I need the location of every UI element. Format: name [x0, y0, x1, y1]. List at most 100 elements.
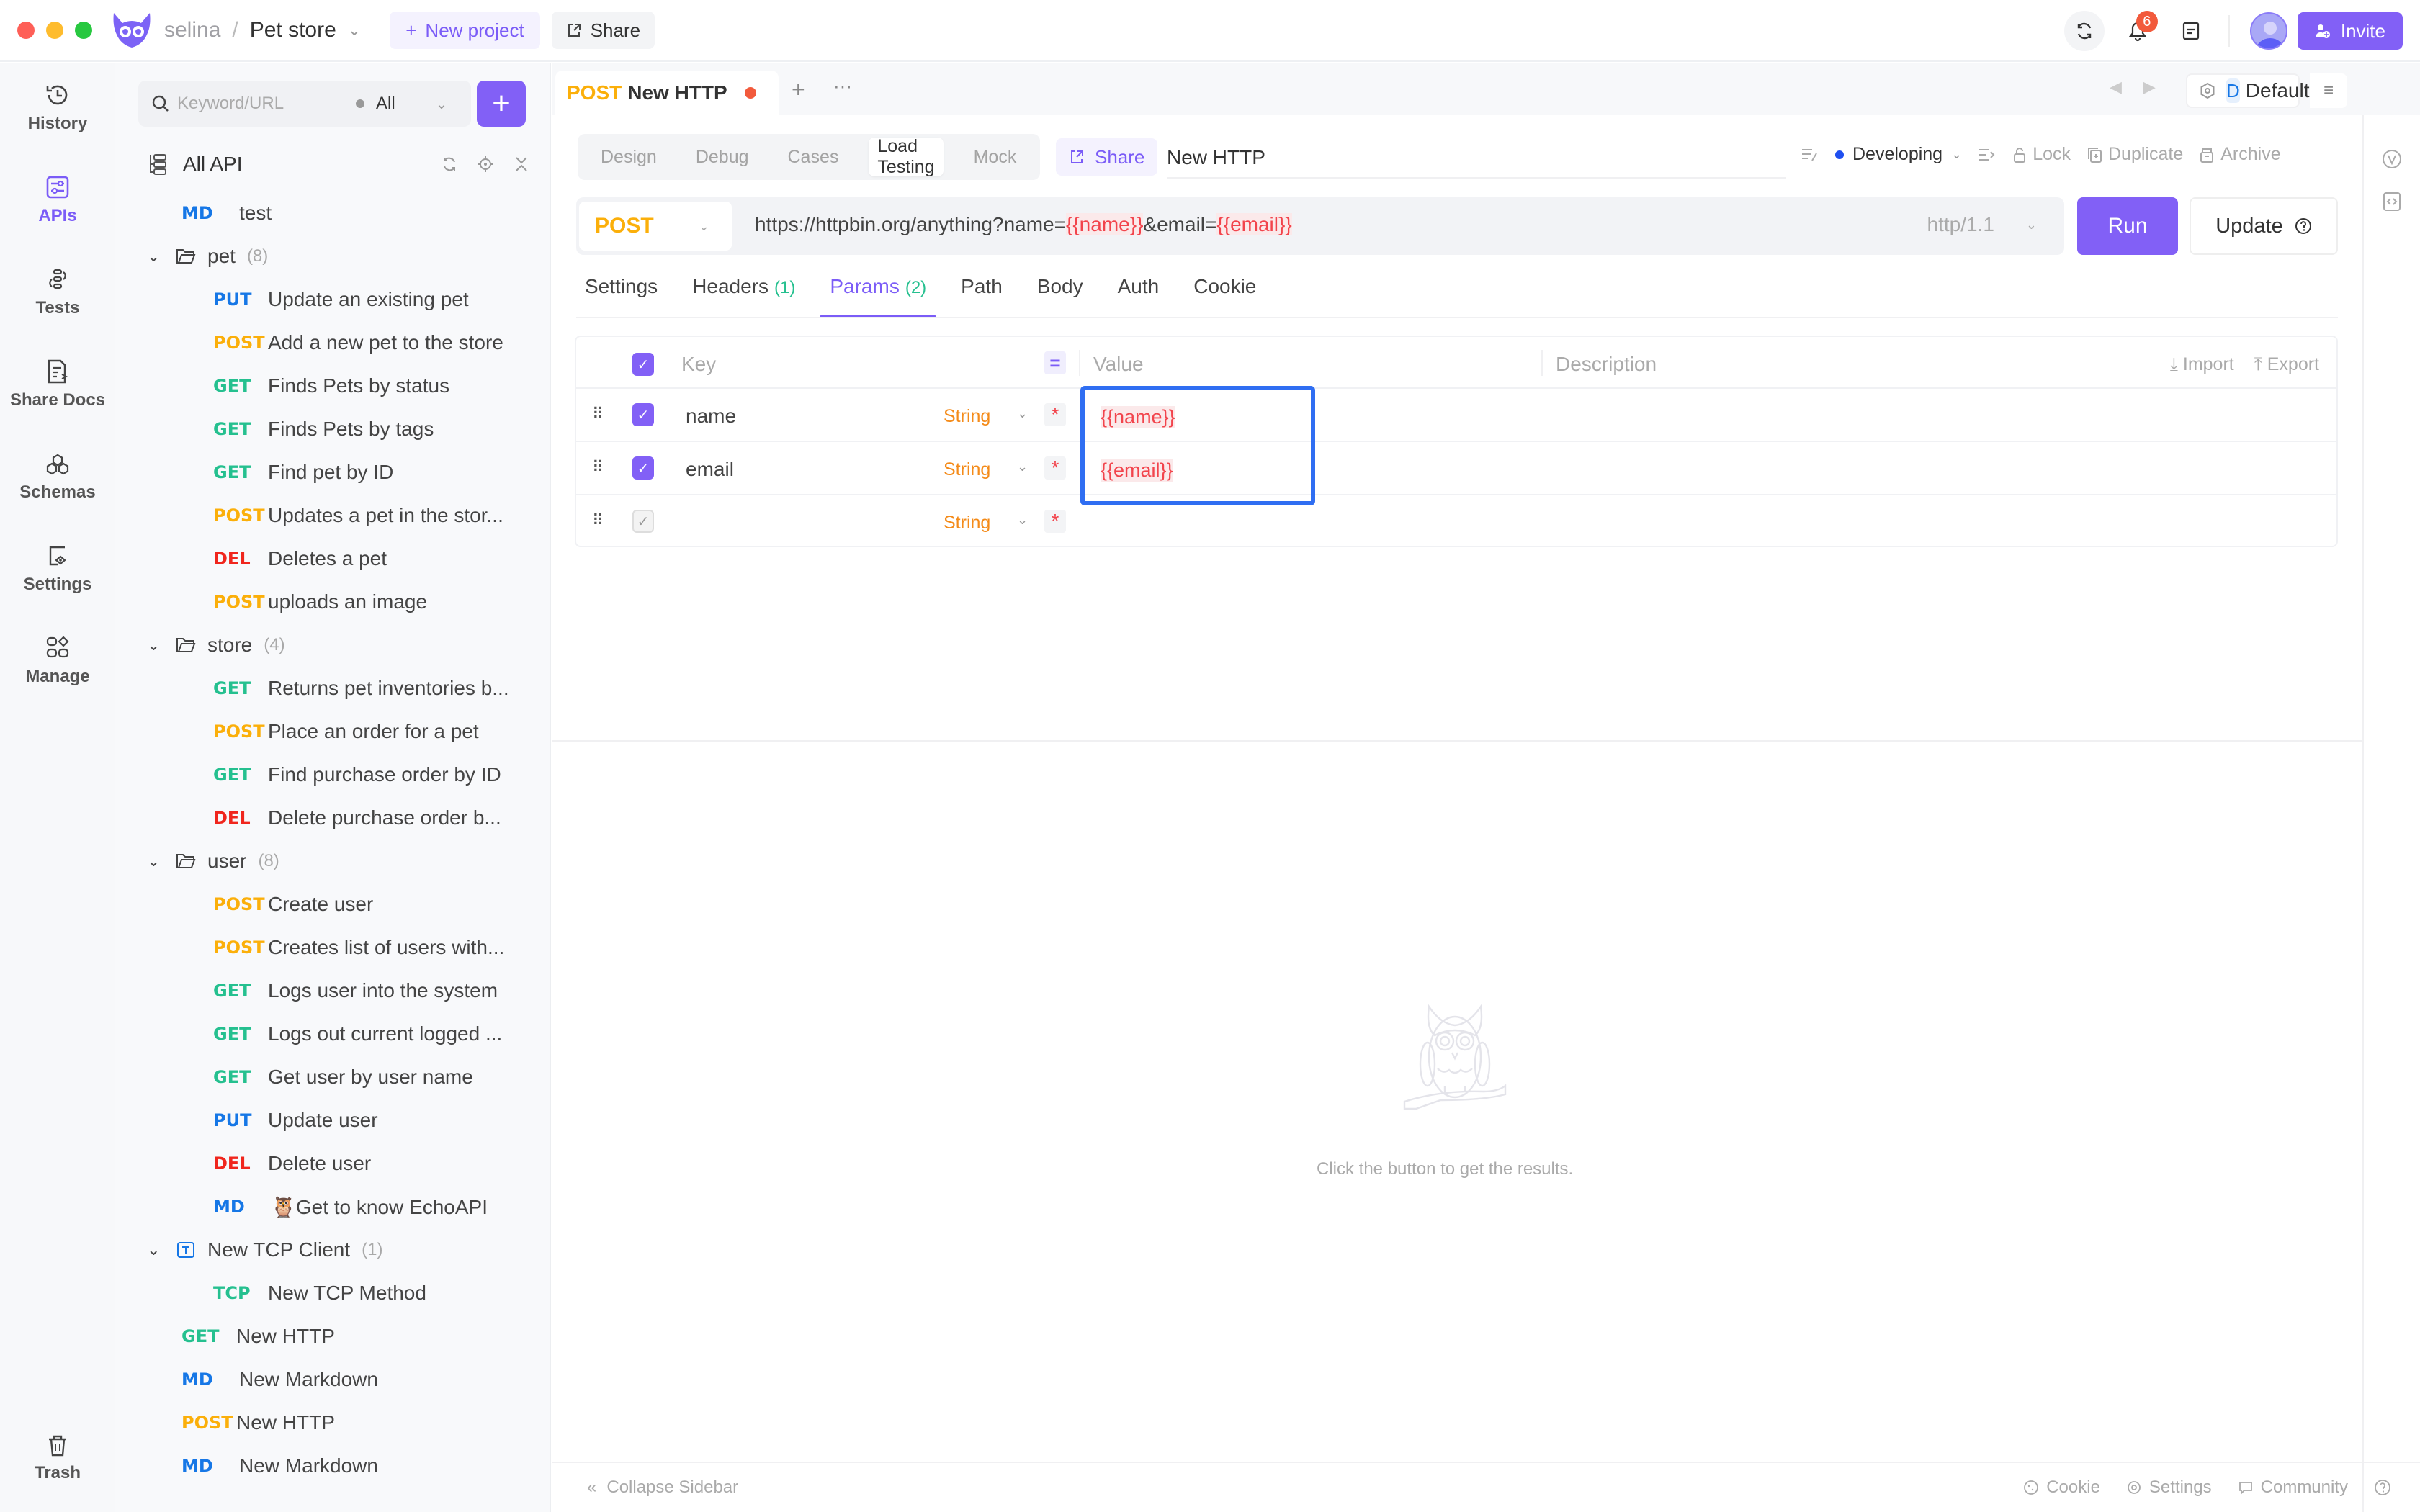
result-divider[interactable]: [552, 740, 2362, 742]
new-tab-button[interactable]: +: [792, 76, 805, 103]
chevron-down-icon[interactable]: ⌄: [147, 852, 166, 870]
chevron-down-icon[interactable]: ⌄: [1017, 459, 1028, 474]
variables-icon[interactable]: [2381, 148, 2403, 170]
tree-item[interactable]: POST uploads an image: [213, 580, 427, 624]
share-project-button[interactable]: Share: [551, 12, 655, 49]
collapse-sidebar-button[interactable]: « Collapse Sidebar: [587, 1477, 738, 1498]
help-icon[interactable]: [2374, 1479, 2391, 1496]
indent-icon[interactable]: [1978, 146, 1996, 163]
invite-button[interactable]: Invite: [2297, 12, 2403, 50]
tab-cookie[interactable]: Cookie: [1193, 272, 1256, 318]
duplicate-button[interactable]: Duplicate: [2087, 144, 2183, 165]
status-select[interactable]: Developing ⌄: [1835, 144, 1962, 165]
nav-trash[interactable]: Trash: [0, 1433, 115, 1483]
tree-item[interactable]: GET Finds Pets by status: [213, 364, 449, 408]
add-api-button[interactable]: +: [477, 81, 526, 127]
param-type-select[interactable]: String: [944, 513, 990, 534]
code-snippet-icon[interactable]: [2383, 192, 2401, 212]
export-button[interactable]: ⤒ Export: [2254, 354, 2319, 375]
tab-settings[interactable]: Settings: [585, 272, 658, 318]
locate-icon[interactable]: [477, 156, 494, 173]
nav-tests[interactable]: Tests: [0, 265, 115, 318]
protocol-select[interactable]: http/1.1 ⌄: [1927, 213, 2038, 236]
tree-item[interactable]: POST Creates list of users with...: [213, 926, 504, 969]
nav-apis[interactable]: APIs: [0, 173, 115, 226]
nav-history[interactable]: History: [0, 81, 115, 134]
param-type-select[interactable]: String: [944, 406, 990, 427]
search-input[interactable]: [177, 94, 343, 114]
nav-manage[interactable]: Manage: [0, 634, 115, 687]
tree-item[interactable]: MD New Markdown: [182, 1444, 378, 1488]
tree-item[interactable]: MD 🦉Get to know EchoAPI: [213, 1185, 488, 1228]
param-key-input[interactable]: name: [686, 405, 736, 428]
tab-path[interactable]: Path: [961, 272, 1003, 318]
footer-community-link[interactable]: Community: [2238, 1477, 2348, 1498]
param-enabled-checkbox[interactable]: ✓: [632, 403, 654, 426]
tree-item[interactable]: PUT Update user: [213, 1099, 378, 1142]
run-button[interactable]: Run: [2077, 197, 2178, 255]
drag-handle-icon[interactable]: ⠿: [592, 405, 604, 423]
tab-headers[interactable]: Headers (1): [692, 272, 795, 318]
tree-item[interactable]: GET Logs user into the system: [213, 969, 498, 1012]
chevron-down-icon[interactable]: ⌄: [348, 21, 361, 40]
chevron-down-icon[interactable]: ⌄: [1017, 406, 1028, 421]
all-api-header[interactable]: All API: [148, 148, 530, 180]
edit-notes-icon[interactable]: [1801, 146, 1819, 163]
tab-auth[interactable]: Auth: [1118, 272, 1160, 318]
chevron-down-icon[interactable]: ⌄: [147, 636, 166, 654]
tree-folder[interactable]: ⌄ user (8): [147, 840, 279, 883]
lock-button[interactable]: Lock: [2012, 144, 2071, 165]
tree-item[interactable]: POST Add a new pet to the store: [213, 321, 503, 364]
changelog-button[interactable]: [2171, 11, 2211, 51]
tree-item[interactable]: POST New HTTP: [182, 1401, 335, 1444]
tab-params[interactable]: Params (2): [820, 272, 936, 318]
collapse-all-icon[interactable]: [513, 156, 530, 173]
tree-folder[interactable]: ⌄ pet (8): [147, 235, 268, 278]
mode-load-testing[interactable]: Load Testing: [869, 136, 944, 177]
tab-next-icon[interactable]: ▶: [2143, 78, 2156, 96]
required-toggle[interactable]: *: [1044, 510, 1066, 533]
close-window-button[interactable]: [17, 22, 35, 39]
maximize-window-button[interactable]: [75, 22, 92, 39]
tree-item[interactable]: DEL Delete purchase order b...: [213, 796, 501, 840]
breadcrumb-user[interactable]: selina: [164, 18, 220, 42]
update-button[interactable]: Update: [2190, 197, 2338, 255]
tree-folder[interactable]: ⌄ New TCP Client (1): [147, 1228, 383, 1272]
notifications-button[interactable]: 6: [2118, 11, 2158, 51]
tab-body[interactable]: Body: [1037, 272, 1083, 318]
tree-item[interactable]: POST Place an order for a pet: [213, 710, 479, 753]
param-enabled-checkbox[interactable]: ✓: [632, 510, 654, 533]
required-toggle[interactable]: *: [1044, 403, 1066, 426]
refresh-icon[interactable]: [441, 156, 458, 173]
method-select[interactable]: POST ⌄: [579, 202, 732, 251]
drag-handle-icon[interactable]: ⠿: [592, 458, 604, 477]
tree-item[interactable]: DEL Delete user: [213, 1142, 371, 1185]
tree-item[interactable]: MD New Markdown: [182, 1358, 378, 1401]
nav-share-docs[interactable]: Share Docs: [0, 357, 115, 410]
filter-select[interactable]: All ⌄: [356, 94, 447, 114]
param-enabled-checkbox[interactable]: ✓: [632, 456, 654, 480]
chevron-down-icon[interactable]: ⌄: [147, 247, 166, 266]
more-tabs-button[interactable]: ···: [833, 75, 852, 97]
param-key-input[interactable]: email: [686, 458, 734, 481]
tree-item[interactable]: DEL Deletes a pet: [213, 537, 387, 580]
mode-debug[interactable]: Debug: [687, 138, 758, 176]
user-avatar[interactable]: [2249, 12, 2287, 50]
tree-item[interactable]: GET Find purchase order by ID: [213, 753, 501, 796]
new-project-button[interactable]: + New project: [390, 12, 540, 49]
mode-design[interactable]: Design: [592, 138, 666, 176]
tree-item[interactable]: GET Returns pet inventories b...: [213, 667, 509, 710]
tree-item[interactable]: GET Logs out current logged ...: [213, 1012, 502, 1056]
tree-item[interactable]: POST Create user: [213, 883, 373, 926]
mode-cases[interactable]: Cases: [779, 138, 848, 176]
drag-handle-icon[interactable]: ⠿: [592, 511, 604, 530]
share-api-button[interactable]: Share: [1056, 138, 1158, 176]
tree-folder[interactable]: ⌄ store (4): [147, 624, 285, 667]
sync-button[interactable]: [2063, 11, 2105, 51]
bulk-edit-button[interactable]: =: [1044, 351, 1066, 374]
api-name-input[interactable]: [1167, 138, 1786, 179]
tree-item[interactable]: GET Finds Pets by tags: [213, 408, 434, 451]
chevron-down-icon[interactable]: ⌄: [1017, 513, 1028, 528]
tree-item[interactable]: POST Updates a pet in the stor...: [213, 494, 503, 537]
mode-mock[interactable]: Mock: [965, 138, 1026, 176]
